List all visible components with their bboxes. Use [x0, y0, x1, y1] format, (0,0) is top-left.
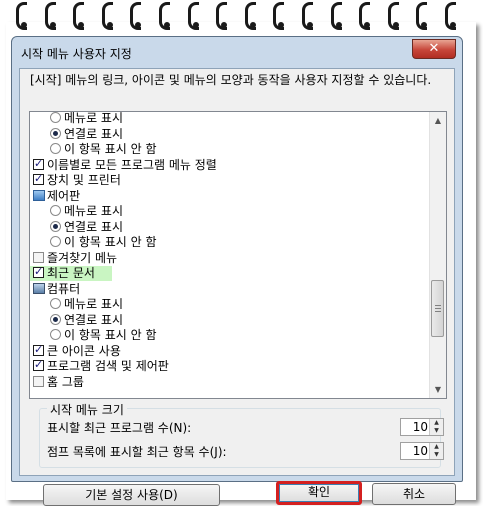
- checkbox-checked-icon[interactable]: [33, 156, 44, 171]
- options-listbox[interactable]: 메뉴로 표시연결로 표시이 항목 표시 안 함이름별로 모든 프로그램 메뉴 정…: [29, 111, 447, 399]
- option-label: 메뉴로 표시: [64, 297, 124, 311]
- binding-hole: [164, 22, 170, 28]
- option-label: 이 항목 표시 안 함: [64, 328, 157, 342]
- binding-hole: [106, 22, 113, 28]
- option-label: 메뉴로 표시: [64, 204, 124, 218]
- option-label: 연결로 표시: [64, 312, 124, 327]
- radio-unselected-icon[interactable]: [50, 205, 61, 216]
- option-label: 즐겨찾기 메뉴: [47, 250, 118, 265]
- control-panel-icon: [33, 189, 45, 201]
- option-label: 이 항목 표시 안 함: [64, 235, 157, 249]
- checkbox-option[interactable]: 프로그램 검색 및 제어판: [30, 357, 169, 374]
- list-group-header: 제어판: [30, 189, 80, 204]
- checkbox-option[interactable]: 장치 및 프린터: [30, 171, 121, 188]
- option-label: 홈 그룹: [47, 374, 84, 389]
- radio-selected-icon[interactable]: [50, 127, 61, 139]
- list-scrollbar[interactable]: ▲ ▼: [429, 112, 446, 398]
- scroll-thumb[interactable]: [431, 280, 444, 337]
- radio-option[interactable]: 연결로 표시: [30, 127, 123, 142]
- option-label: 장치 및 프린터: [47, 173, 121, 187]
- radio-option[interactable]: 연결로 표시: [30, 220, 123, 235]
- radio-option[interactable]: 연결로 표시: [30, 313, 123, 328]
- radio-option[interactable]: 메뉴로 표시: [30, 204, 123, 219]
- binding-hole: [49, 22, 56, 28]
- radio-option[interactable]: 메뉴로 표시: [30, 297, 123, 312]
- option-label: 최근 문서: [47, 266, 95, 281]
- checkbox-option[interactable]: 큰 아이콘 사용: [30, 342, 121, 359]
- binding-hole: [307, 22, 313, 28]
- stepper-down-icon[interactable]: ▼: [430, 451, 443, 459]
- close-button[interactable]: ✕: [412, 39, 456, 59]
- binding-hole: [249, 22, 256, 28]
- radio-unselected-icon[interactable]: [50, 329, 61, 340]
- spiral-binding: [16, 0, 476, 34]
- binding-hole: [335, 22, 342, 28]
- recent-programs-value[interactable]: 10: [413, 420, 428, 434]
- radio-unselected-icon[interactable]: [50, 236, 61, 247]
- option-label: 이름별로 모든 프로그램 메뉴 정렬: [47, 157, 217, 172]
- radio-option[interactable]: 메뉴로 표시: [30, 111, 124, 126]
- option-label: 이 항목 표시 안 함: [64, 142, 157, 156]
- radio-selected-icon[interactable]: [50, 220, 61, 232]
- binding-hole: [450, 22, 456, 28]
- radio-selected-icon[interactable]: [50, 313, 61, 325]
- radio-unselected-icon[interactable]: [50, 143, 61, 154]
- recent-programs-label: 표시할 최근 프로그램 수(N):: [47, 421, 192, 435]
- list-group-header: 컴퓨터: [30, 282, 80, 297]
- checkbox-option[interactable]: 최근 문서: [30, 264, 112, 281]
- binding-hole: [392, 22, 399, 28]
- cancel-button[interactable]: 취소: [372, 483, 456, 505]
- checkbox-option[interactable]: 홈 그룹: [30, 375, 84, 390]
- radio-option[interactable]: 이 항목 표시 안 함: [30, 235, 157, 250]
- jump-list-stepper[interactable]: 10 ▲ ▼: [400, 442, 444, 460]
- computer-icon: [33, 282, 45, 294]
- dialog-client-area: [시작] 메뉴의 링크, 아이콘 및 메뉴의 모양과 동작을 사용자 지정할 수…: [19, 68, 456, 506]
- checkbox-checked-icon[interactable]: [33, 171, 44, 186]
- customize-start-menu-dialog: 시작 메뉴 사용자 지정 ✕ [시작] 메뉴의 링크, 아이콘 및 메뉴의 모양…: [11, 36, 463, 506]
- option-label: 연결로 표시: [64, 126, 124, 141]
- binding-hole: [192, 22, 199, 28]
- checkbox-checked-icon[interactable]: [33, 342, 44, 357]
- scroll-down-arrow-icon[interactable]: ▼: [430, 381, 446, 398]
- checkbox-checked-icon[interactable]: [33, 264, 44, 279]
- description-text: [시작] 메뉴의 링크, 아이콘 및 메뉴의 모양과 동작을 사용자 지정할 수…: [30, 73, 432, 87]
- option-label: 프로그램 검색 및 제어판: [47, 359, 169, 373]
- menu-size-group-title: 시작 메뉴 크기: [47, 401, 127, 418]
- jump-list-value[interactable]: 10: [413, 444, 428, 458]
- checkbox-option[interactable]: 이름별로 모든 프로그램 메뉴 정렬: [30, 156, 217, 173]
- checkbox-unchecked-icon[interactable]: [33, 251, 44, 263]
- ok-button[interactable]: 확인: [276, 481, 362, 505]
- radio-option[interactable]: 이 항목 표시 안 함: [30, 328, 157, 343]
- option-label: 메뉴로 표시: [64, 111, 124, 125]
- binding-hole: [21, 22, 27, 28]
- option-label: 제어판: [47, 188, 81, 203]
- use-default-settings-button[interactable]: 기본 설정 사용(D): [43, 484, 220, 506]
- checkbox-unchecked-icon[interactable]: [33, 375, 44, 387]
- title-bar: 시작 메뉴 사용자 지정 ✕: [12, 37, 462, 67]
- dialog-title: 시작 메뉴 사용자 지정: [21, 47, 132, 61]
- radio-unselected-icon[interactable]: [50, 298, 61, 309]
- option-label: 연결로 표시: [64, 219, 124, 234]
- checkbox-checked-icon[interactable]: [33, 357, 44, 372]
- option-label: 컴퓨터: [47, 281, 81, 296]
- recent-programs-stepper[interactable]: 10 ▲ ▼: [400, 418, 444, 436]
- stepper-up-icon[interactable]: ▲: [430, 443, 443, 451]
- scroll-up-arrow-icon[interactable]: ▲: [430, 112, 446, 129]
- stepper-down-icon[interactable]: ▼: [430, 427, 443, 435]
- stepper-up-icon[interactable]: ▲: [430, 419, 443, 427]
- option-label: 큰 아이콘 사용: [47, 343, 121, 358]
- radio-option[interactable]: 이 항목 표시 안 함: [30, 142, 157, 157]
- radio-unselected-icon[interactable]: [50, 112, 61, 123]
- jump-list-label: 점프 목록에 표시할 최근 항목 수(J):: [47, 445, 227, 459]
